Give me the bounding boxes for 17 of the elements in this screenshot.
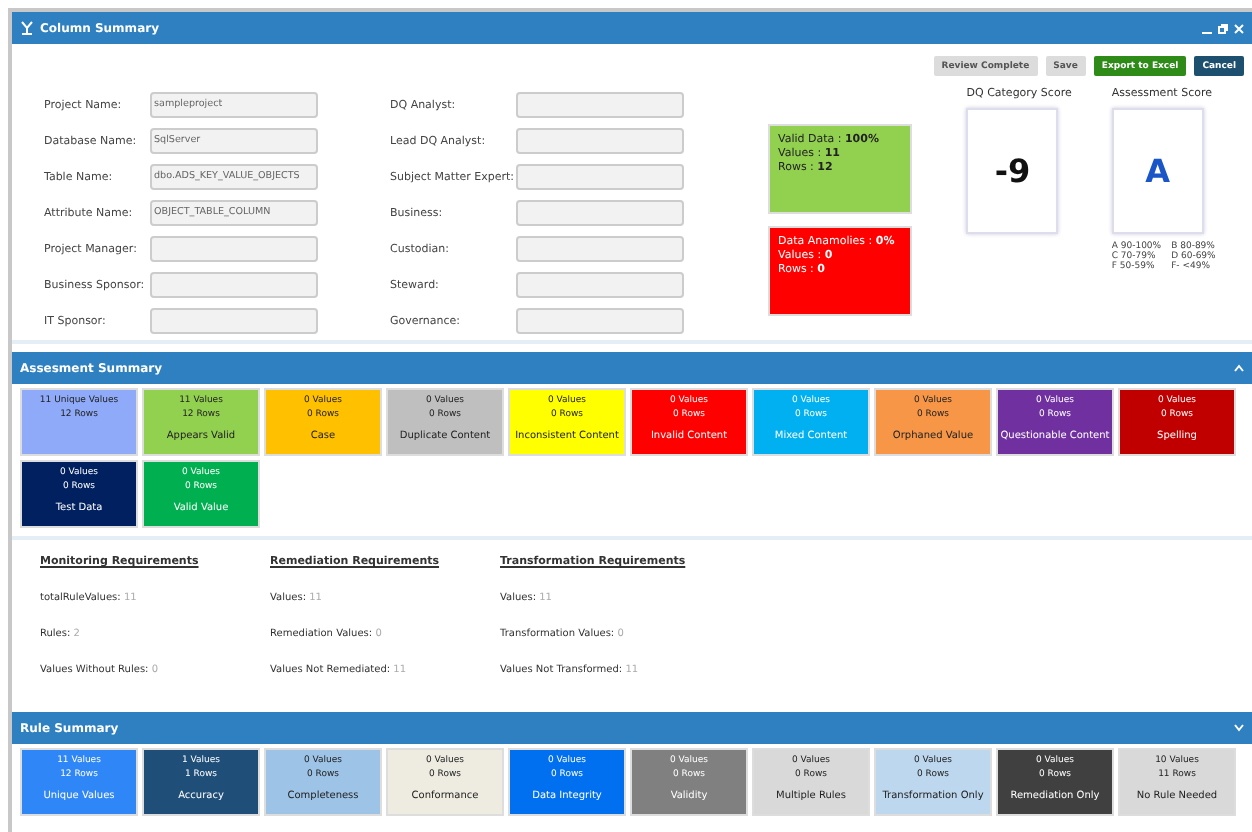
restore-icon[interactable]: [1218, 23, 1228, 33]
input-field[interactable]: [516, 164, 684, 190]
close-icon[interactable]: [1234, 23, 1244, 33]
window-logo-icon: [20, 20, 34, 36]
input-field[interactable]: [516, 128, 684, 154]
input-field[interactable]: [150, 308, 318, 334]
input-field[interactable]: [516, 308, 684, 334]
input-field[interactable]: [516, 272, 684, 298]
score-value: -9: [966, 108, 1059, 234]
input-field[interactable]: [150, 272, 318, 298]
input-field[interactable]: [516, 236, 684, 262]
chevron-up-icon[interactable]: [1234, 364, 1244, 372]
grade-value: A: [1111, 108, 1204, 234]
input-field[interactable]: [150, 236, 318, 262]
chevron-down-icon[interactable]: [1234, 724, 1244, 732]
input-field[interactable]: [516, 200, 684, 226]
input-field[interactable]: [516, 92, 684, 118]
